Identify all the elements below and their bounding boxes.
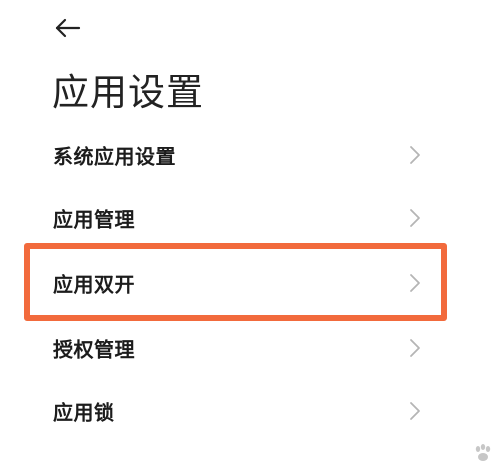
app-settings-screen: 应用设置 系统应用设置 应用管理 应用双开 授权管理 应用锁 bbox=[0, 0, 500, 468]
settings-item-label: 授权管理 bbox=[53, 337, 135, 362]
settings-item-app-management[interactable]: 应用管理 bbox=[0, 187, 500, 249]
chevron-right-icon bbox=[410, 146, 420, 164]
settings-item-label: 系统应用设置 bbox=[53, 144, 176, 169]
chevron-right-icon bbox=[410, 339, 420, 357]
back-button[interactable] bbox=[50, 12, 86, 44]
paw-icon bbox=[475, 444, 491, 461]
settings-item-label: 应用管理 bbox=[53, 207, 135, 232]
chevron-right-icon bbox=[410, 209, 420, 227]
settings-item-label: 应用双开 bbox=[53, 272, 135, 297]
chevron-right-icon bbox=[410, 274, 420, 292]
settings-item-permission-management[interactable]: 授权管理 bbox=[0, 317, 500, 379]
watermark-logo bbox=[472, 442, 494, 464]
page-title: 应用设置 bbox=[52, 71, 204, 114]
arrow-left-icon bbox=[55, 18, 81, 38]
settings-item-label: 应用锁 bbox=[53, 400, 115, 425]
settings-item-system-app-settings[interactable]: 系统应用设置 bbox=[0, 124, 500, 186]
settings-item-dual-apps[interactable]: 应用双开 bbox=[0, 252, 500, 314]
chevron-right-icon bbox=[410, 402, 420, 420]
settings-item-app-lock[interactable]: 应用锁 bbox=[0, 380, 500, 442]
